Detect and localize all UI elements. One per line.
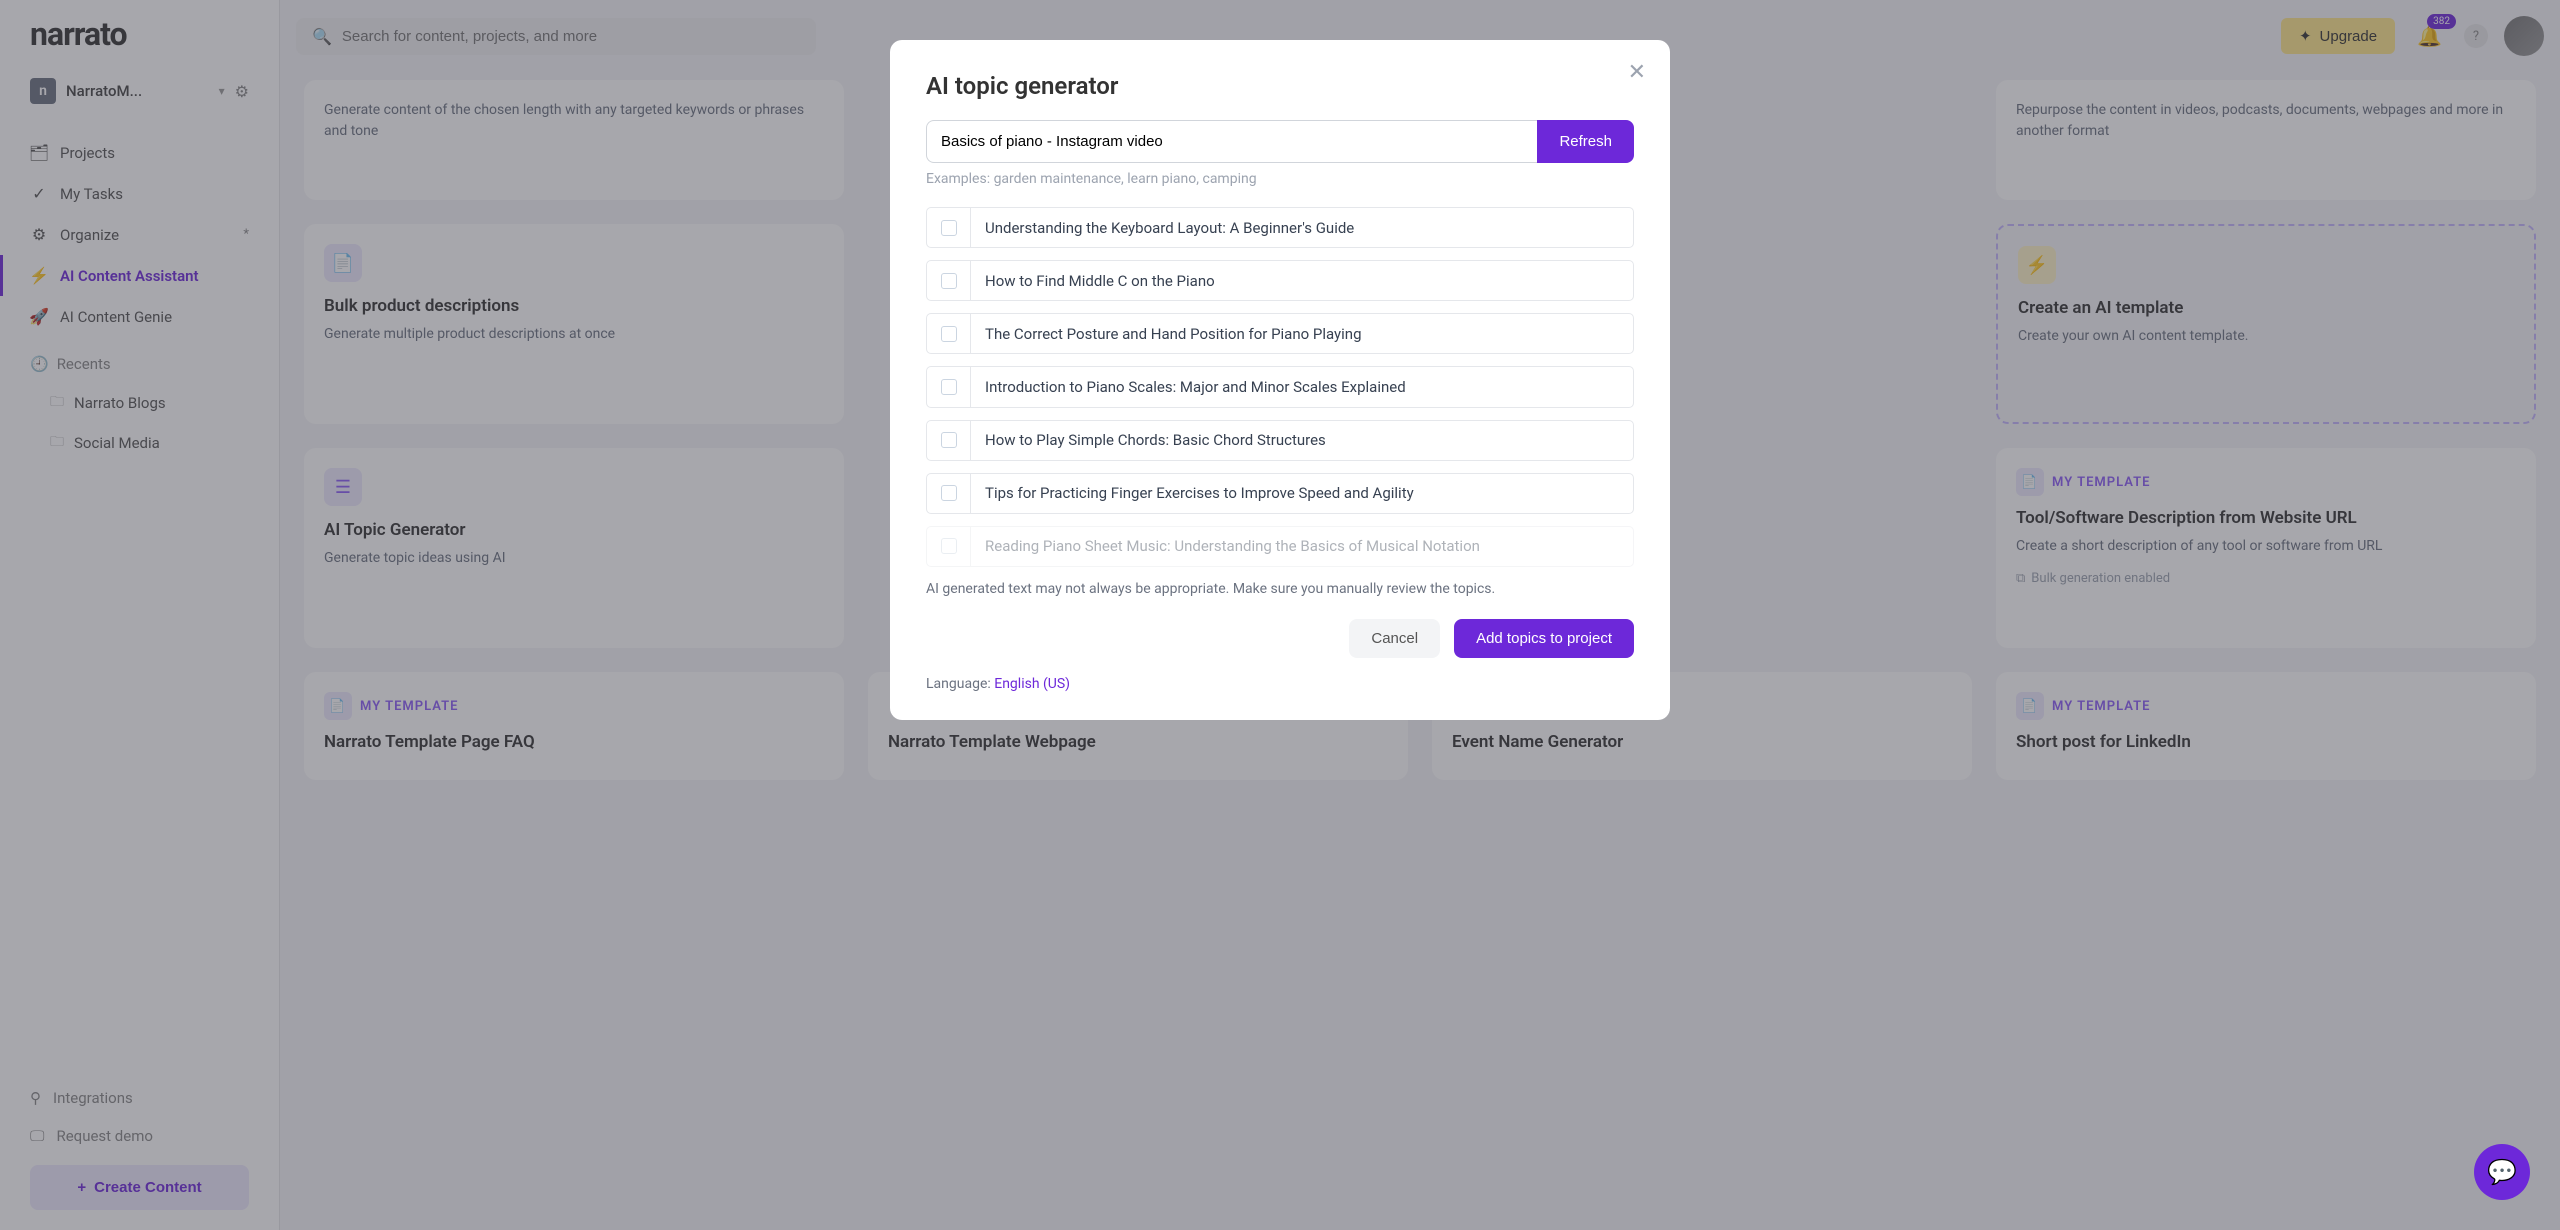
cancel-button[interactable]: Cancel xyxy=(1349,619,1440,658)
topic-row[interactable]: Tips for Practicing Finger Exercises to … xyxy=(926,473,1634,514)
ai-disclaimer: AI generated text may not always be appr… xyxy=(926,581,1634,597)
topic-row[interactable]: The Correct Posture and Hand Position fo… xyxy=(926,313,1634,354)
topic-checkbox[interactable] xyxy=(927,421,971,460)
close-icon[interactable]: ✕ xyxy=(1628,60,1646,85)
topic-list: Understanding the Keyboard Layout: A Beg… xyxy=(926,207,1634,567)
modal-footer: Cancel Add topics to project xyxy=(926,619,1634,658)
topic-checkbox[interactable] xyxy=(927,208,971,247)
prompt-row: Refresh xyxy=(926,120,1634,163)
topic-checkbox[interactable] xyxy=(927,474,971,513)
examples-hint: Examples: garden maintenance, learn pian… xyxy=(926,171,1634,187)
topic-text: How to Find Middle C on the Piano xyxy=(971,272,1229,290)
language-row: Language: English (US) xyxy=(926,676,1634,692)
topic-row[interactable]: How to Find Middle C on the Piano xyxy=(926,260,1634,301)
modal-overlay: ✕ AI topic generator Refresh Examples: g… xyxy=(0,0,2560,1230)
topic-checkbox[interactable] xyxy=(927,527,971,566)
topic-row[interactable]: How to Play Simple Chords: Basic Chord S… xyxy=(926,420,1634,461)
modal-title: AI topic generator xyxy=(926,72,1634,100)
topic-text: Tips for Practicing Finger Exercises to … xyxy=(971,484,1428,502)
topic-prompt-input[interactable] xyxy=(926,120,1537,163)
chat-fab[interactable]: 💬 xyxy=(2474,1144,2530,1200)
add-topics-button[interactable]: Add topics to project xyxy=(1454,619,1634,658)
topic-row[interactable]: Reading Piano Sheet Music: Understanding… xyxy=(926,526,1634,567)
chat-icon: 💬 xyxy=(2487,1158,2517,1186)
topic-text: How to Play Simple Chords: Basic Chord S… xyxy=(971,431,1340,449)
refresh-button[interactable]: Refresh xyxy=(1537,120,1634,163)
topic-row[interactable]: Understanding the Keyboard Layout: A Beg… xyxy=(926,207,1634,248)
ai-topic-generator-modal: ✕ AI topic generator Refresh Examples: g… xyxy=(890,40,1670,720)
topic-checkbox[interactable] xyxy=(927,261,971,300)
language-link[interactable]: English (US) xyxy=(994,676,1070,692)
topic-checkbox[interactable] xyxy=(927,314,971,353)
topic-text: Reading Piano Sheet Music: Understanding… xyxy=(971,537,1494,555)
topic-text: Introduction to Piano Scales: Major and … xyxy=(971,378,1420,396)
topic-checkbox[interactable] xyxy=(927,367,971,406)
language-label: Language: xyxy=(926,676,994,692)
topic-text: The Correct Posture and Hand Position fo… xyxy=(971,325,1376,343)
topic-row[interactable]: Introduction to Piano Scales: Major and … xyxy=(926,366,1634,407)
topic-text: Understanding the Keyboard Layout: A Beg… xyxy=(971,219,1368,237)
